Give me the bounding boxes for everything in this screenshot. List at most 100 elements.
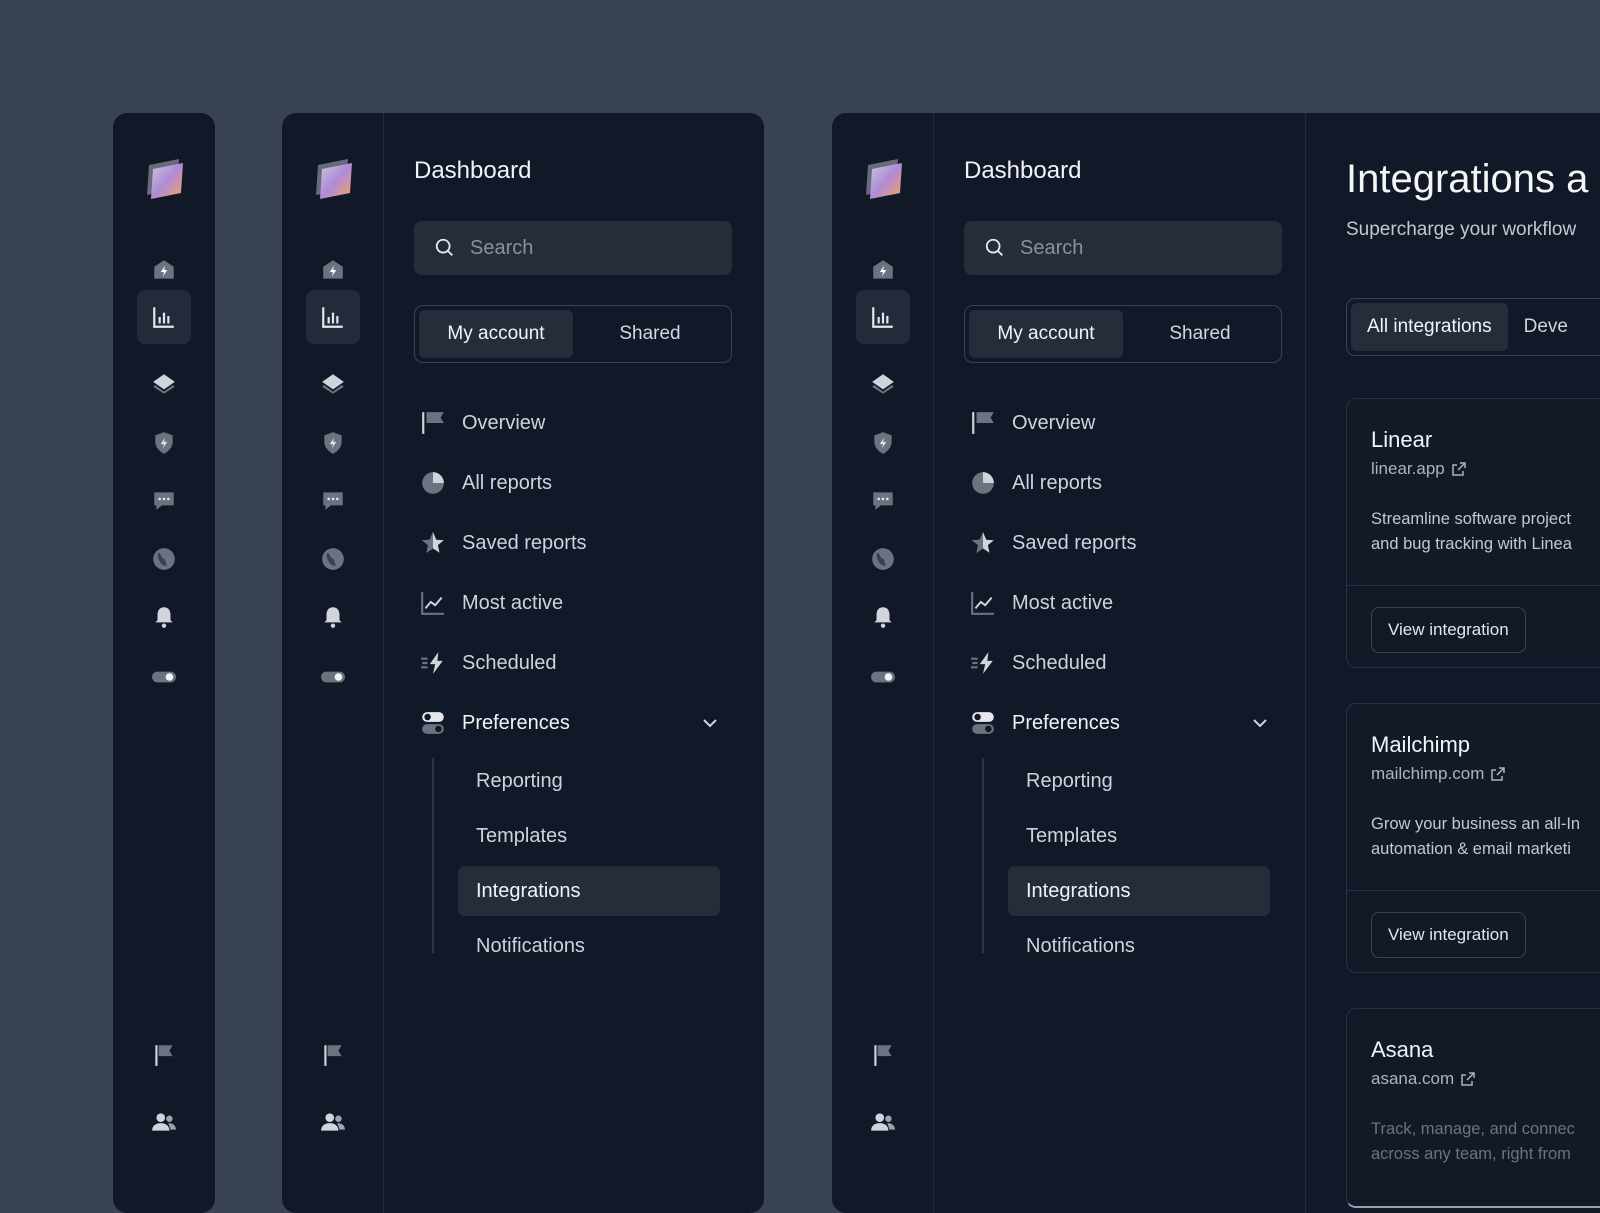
- chat-icon[interactable]: [856, 473, 910, 527]
- card-description-line: across any team, right from: [1371, 1145, 1571, 1163]
- users-icon[interactable]: [137, 1095, 191, 1149]
- search-input[interactable]: Search: [964, 221, 1282, 275]
- pie-chart-icon: [422, 472, 444, 494]
- sub-item-integrations[interactable]: Integrations: [1008, 866, 1270, 916]
- chevron-down-icon[interactable]: [700, 713, 720, 733]
- line-chart-icon: [421, 592, 444, 615]
- expanded-sidebar-panel: Dashboard Search My account Shared Overv…: [282, 113, 764, 1213]
- nav-item-saved-reports[interactable]: Saved reports: [420, 523, 587, 563]
- icon-rail: [282, 113, 384, 1213]
- sub-item-notifications[interactable]: Notifications: [458, 921, 720, 971]
- nav-item-all-reports[interactable]: All reports: [420, 463, 552, 503]
- nav-item-preferences[interactable]: Preferences: [420, 703, 570, 743]
- globe-icon[interactable]: [856, 532, 910, 586]
- nav-item-most-active[interactable]: Most active: [970, 583, 1113, 623]
- card-description: Grow your business an all-In automation …: [1371, 812, 1600, 862]
- card-link[interactable]: linear.app: [1371, 459, 1467, 479]
- logo-icon: [316, 159, 352, 199]
- layers-icon[interactable]: [306, 357, 360, 411]
- submenu-line: [432, 758, 434, 953]
- tab-shared[interactable]: Shared: [1123, 310, 1277, 358]
- nav-item-saved-reports[interactable]: Saved reports: [970, 523, 1137, 563]
- bar-chart-icon[interactable]: [856, 290, 910, 344]
- line-chart-icon: [971, 592, 994, 615]
- card-link[interactable]: mailchimp.com: [1371, 764, 1506, 784]
- nav-item-scheduled[interactable]: Scheduled: [970, 643, 1107, 683]
- shield-bolt-icon[interactable]: [137, 416, 191, 470]
- search-icon: [985, 238, 1003, 256]
- flag-icon[interactable]: [306, 1028, 360, 1082]
- card-name: Linear: [1371, 427, 1433, 452]
- bar-chart-icon[interactable]: [306, 290, 360, 344]
- users-icon[interactable]: [306, 1095, 360, 1149]
- card-description-line: automation & email marketi: [1371, 840, 1571, 858]
- nav-item-most-active[interactable]: Most active: [420, 583, 563, 623]
- tab-shared[interactable]: Shared: [573, 310, 727, 358]
- card-description-line: Grow your business an all-In: [1371, 815, 1581, 833]
- home-bolt-icon[interactable]: [856, 243, 910, 297]
- flag-icon[interactable]: [137, 1028, 191, 1082]
- layers-icon[interactable]: [856, 357, 910, 411]
- bar-chart-icon[interactable]: [137, 290, 191, 344]
- globe-icon[interactable]: [306, 532, 360, 586]
- sub-item-notifications[interactable]: Notifications: [1008, 921, 1270, 971]
- sub-item-reporting[interactable]: Reporting: [458, 756, 720, 806]
- nav-item-scheduled[interactable]: Scheduled: [420, 643, 557, 683]
- tab-all-integrations[interactable]: All integrations: [1351, 303, 1508, 351]
- layers-icon[interactable]: [137, 357, 191, 411]
- nav-item-label: All reports: [1012, 471, 1103, 494]
- bell-icon[interactable]: [856, 590, 910, 644]
- nav-item-label: Most active: [462, 591, 564, 614]
- chat-icon[interactable]: [306, 473, 360, 527]
- nav-item-label: Saved reports: [1012, 531, 1137, 554]
- nav-item-all-reports[interactable]: All reports: [970, 463, 1102, 503]
- chevron-down-icon[interactable]: [1250, 713, 1270, 733]
- home-bolt-icon[interactable]: [137, 243, 191, 297]
- card-description: Streamline software project and bug trac…: [1371, 507, 1600, 557]
- fast-bolt-icon: [971, 652, 993, 674]
- nav-item-overview[interactable]: Overview: [420, 403, 545, 443]
- sub-item-reporting[interactable]: Reporting: [1008, 756, 1270, 806]
- content-title: Integrations a: [1346, 157, 1589, 201]
- view-integration-button[interactable]: View integration: [1371, 607, 1526, 653]
- card-link[interactable]: asana.com: [1371, 1069, 1476, 1089]
- full-layout-panel: Dashboard Search My account Shared Overv…: [832, 113, 1600, 1213]
- search-placeholder: Search: [1020, 236, 1084, 259]
- shield-bolt-icon[interactable]: [306, 416, 360, 470]
- sub-item-templates[interactable]: Templates: [1008, 811, 1270, 861]
- collapsed-sidebar-panel: [113, 113, 215, 1213]
- bell-icon[interactable]: [137, 590, 191, 644]
- nav-item-overview[interactable]: Overview: [970, 403, 1095, 443]
- view-integration-button[interactable]: View integration: [1371, 912, 1526, 958]
- submenu-line: [982, 758, 984, 953]
- globe-icon[interactable]: [137, 532, 191, 586]
- navigation-menu: Dashboard Search My account Shared Overv…: [934, 113, 1306, 1213]
- nav-item-preferences[interactable]: Preferences: [970, 703, 1120, 743]
- shield-bolt-icon[interactable]: [856, 416, 910, 470]
- integration-card-linear: Linear linear.app Streamline software pr…: [1346, 398, 1600, 668]
- toggle-icon[interactable]: [856, 650, 910, 704]
- nav-item-label: Scheduled: [1012, 651, 1107, 674]
- tab-my-account[interactable]: My account: [969, 310, 1123, 358]
- bell-icon[interactable]: [306, 590, 360, 644]
- flag-icon: [972, 412, 994, 434]
- card-url: asana.com: [1371, 1069, 1455, 1088]
- tab-developer[interactable]: Deve: [1508, 303, 1584, 351]
- tab-my-account[interactable]: My account: [419, 310, 573, 358]
- nav-item-label: All reports: [462, 471, 553, 494]
- star-icon: [422, 532, 444, 553]
- pie-chart-icon: [972, 472, 994, 494]
- sub-item-templates[interactable]: Templates: [458, 811, 720, 861]
- chat-icon[interactable]: [137, 473, 191, 527]
- toggle-icon[interactable]: [306, 650, 360, 704]
- users-icon[interactable]: [856, 1095, 910, 1149]
- search-input[interactable]: Search: [414, 221, 732, 275]
- card-description: Track, manage, and connec across any tea…: [1371, 1117, 1600, 1167]
- flag-icon[interactable]: [856, 1028, 910, 1082]
- account-segmented-control: My account Shared: [964, 305, 1282, 363]
- external-link-icon: [1461, 1072, 1475, 1086]
- sub-item-integrations[interactable]: Integrations: [458, 866, 720, 916]
- toggle-icon[interactable]: [137, 650, 191, 704]
- page-title: Dashboard: [964, 157, 1082, 184]
- home-bolt-icon[interactable]: [306, 243, 360, 297]
